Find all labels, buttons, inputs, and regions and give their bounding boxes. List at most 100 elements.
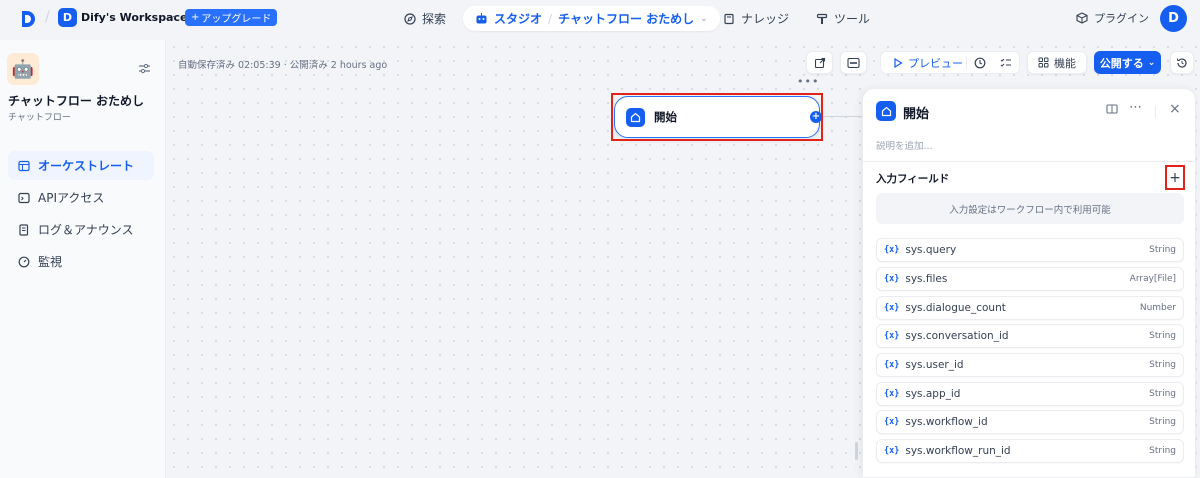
variable-type: Number [1139,303,1176,313]
nav-studio[interactable]: スタジオ / チャットフロー おためし ⌄ [463,6,720,31]
run-history-button[interactable] [967,57,993,69]
variable-name: sys.dialogue_count [905,302,1006,314]
env-variables-button[interactable] [840,51,867,74]
more-icon[interactable]: ⋯ [1129,100,1143,115]
app-icon-robot: 🤖 [7,53,39,85]
close-icon[interactable]: × [1169,101,1181,117]
chevron-down-icon: ⌄ [1147,57,1156,68]
variable-icon: {x} [884,274,900,284]
node-settings-panel: 開始 ⋯ × 説明を追加... 入力フィールド + 入力設定はワークフロー内で利… [862,88,1197,478]
book-open-icon[interactable] [1106,103,1118,119]
variable-type: String [1149,245,1176,255]
variable-icon: {x} [884,331,900,341]
chevron-down-icon[interactable]: ⌄ [171,11,179,21]
chevron-down-icon[interactable]: ⌄ [700,14,708,24]
settings-sliders-icon[interactable] [138,62,151,75]
variable-name: sys.query [905,244,957,256]
top-bar: / D Dify's Workspace ⌄ + アップグレード 探索 スタジオ… [0,0,1200,38]
variable-row: {x} sys.workflow_id String [876,410,1184,434]
autosave-status: 自動保存済み 02:05:39 · 公開済み 2 hours ago [178,60,388,71]
divider [863,161,1197,162]
variable-icon: {x} [884,303,900,313]
preview-toolbar: プレビュー [880,51,1020,74]
nav-knowledge[interactable]: ナレッジ [723,10,789,27]
variable-type: String [1149,446,1176,456]
variable-name: sys.files [905,273,948,285]
variable-row: {x} sys.dialogue_count Number [876,296,1184,320]
dashboard-gauge-icon [18,256,30,267]
checklist-button[interactable] [993,57,1019,69]
nav-tools-label: ツール [834,12,871,26]
variable-type: String [1149,360,1176,370]
workspace-avatar[interactable]: D [58,8,77,27]
version-history-button[interactable] [1170,51,1194,74]
home-icon [876,101,896,121]
sidebar-item-monitoring[interactable]: 監視 [8,247,154,276]
variable-icon: {x} [884,360,900,370]
robot-icon [476,13,487,24]
panel-resize-handle[interactable] [855,442,858,460]
variable-type: String [1149,417,1176,427]
variable-type: Array[File] [1129,274,1176,284]
variable-row: {x} sys.files Array[File] [876,267,1184,291]
checklist-icon [1000,58,1012,67]
dify-logo-icon[interactable] [18,9,38,29]
variable-icon: {x} [884,245,900,255]
add-input-field-button[interactable]: + [1165,165,1185,190]
current-app-name[interactable]: チャットフロー おためし [558,10,694,27]
input-fields-title: 入力フィールド [876,173,950,185]
variable-icon: {x} [884,417,900,427]
publish-button[interactable]: 公開する ⌄ [1094,51,1161,74]
panel-title: 開始 [903,107,930,122]
sidebar-item-api-access[interactable]: APIアクセス [8,183,154,212]
variable-row: {x} sys.app_id String [876,382,1184,406]
clock-icon [974,57,986,68]
preview-button[interactable]: プレビュー [881,55,966,71]
node-edge [822,116,864,117]
upgrade-button[interactable]: + アップグレード [185,9,278,26]
compass-icon [404,12,416,25]
env-icon [847,57,860,68]
upgrade-label: アップグレード [201,14,272,25]
variable-name: sys.workflow_id [905,416,988,428]
layout-icon [18,160,30,171]
variable-icon: {x} [884,389,900,399]
nav-tools[interactable]: ツール [816,10,870,27]
nav-plugins[interactable]: プラグイン [1076,10,1149,26]
play-icon [894,57,903,68]
variable-name: sys.workflow_run_id [905,445,1011,457]
input-fields-hint: 入力設定はワークフロー内で利用可能 [876,193,1184,224]
preview-label: プレビュー [908,56,963,70]
description-input[interactable]: 説明を追加... [876,138,933,152]
sidebar-item-logs[interactable]: ログ＆アナウンス [8,215,154,244]
history-icon [1177,57,1187,68]
variable-row: {x} sys.query String [876,238,1184,262]
file-list-icon [19,223,29,236]
breadcrumb-separator: / [45,9,50,25]
variable-name: sys.app_id [905,388,961,400]
variable-row: {x} sys.workflow_run_id String [876,439,1184,463]
divider [1155,106,1156,118]
breadcrumb-separator: / [548,11,553,26]
variable-type: String [1149,331,1176,341]
cube-icon [1076,12,1088,24]
sidebar-item-label: ログ＆アナウンス [38,223,134,237]
highlight-box [611,93,823,141]
variable-name: sys.user_id [905,359,964,371]
variable-name: sys.conversation_id [905,330,1009,342]
variable-icon: {x} [884,446,900,456]
history-back-button[interactable] [806,51,833,74]
features-label: 機能 [1054,56,1076,70]
sidebar-item-orchestrate[interactable]: オーケストレート [8,151,154,180]
nav-explore[interactable]: 探索 [404,10,446,27]
user-avatar[interactable]: D [1160,5,1187,32]
grid-icon [1038,57,1049,68]
nav-studio-label: スタジオ [494,12,543,26]
node-more-icon[interactable]: ••• [797,75,818,88]
app-title: チャットフロー おためし [8,94,145,108]
nav-plugins-label: プラグイン [1094,12,1149,25]
features-button[interactable]: 機能 [1027,51,1087,74]
hammer-icon [816,13,828,24]
variable-row: {x} sys.conversation_id String [876,324,1184,348]
external-link-icon [814,57,825,68]
